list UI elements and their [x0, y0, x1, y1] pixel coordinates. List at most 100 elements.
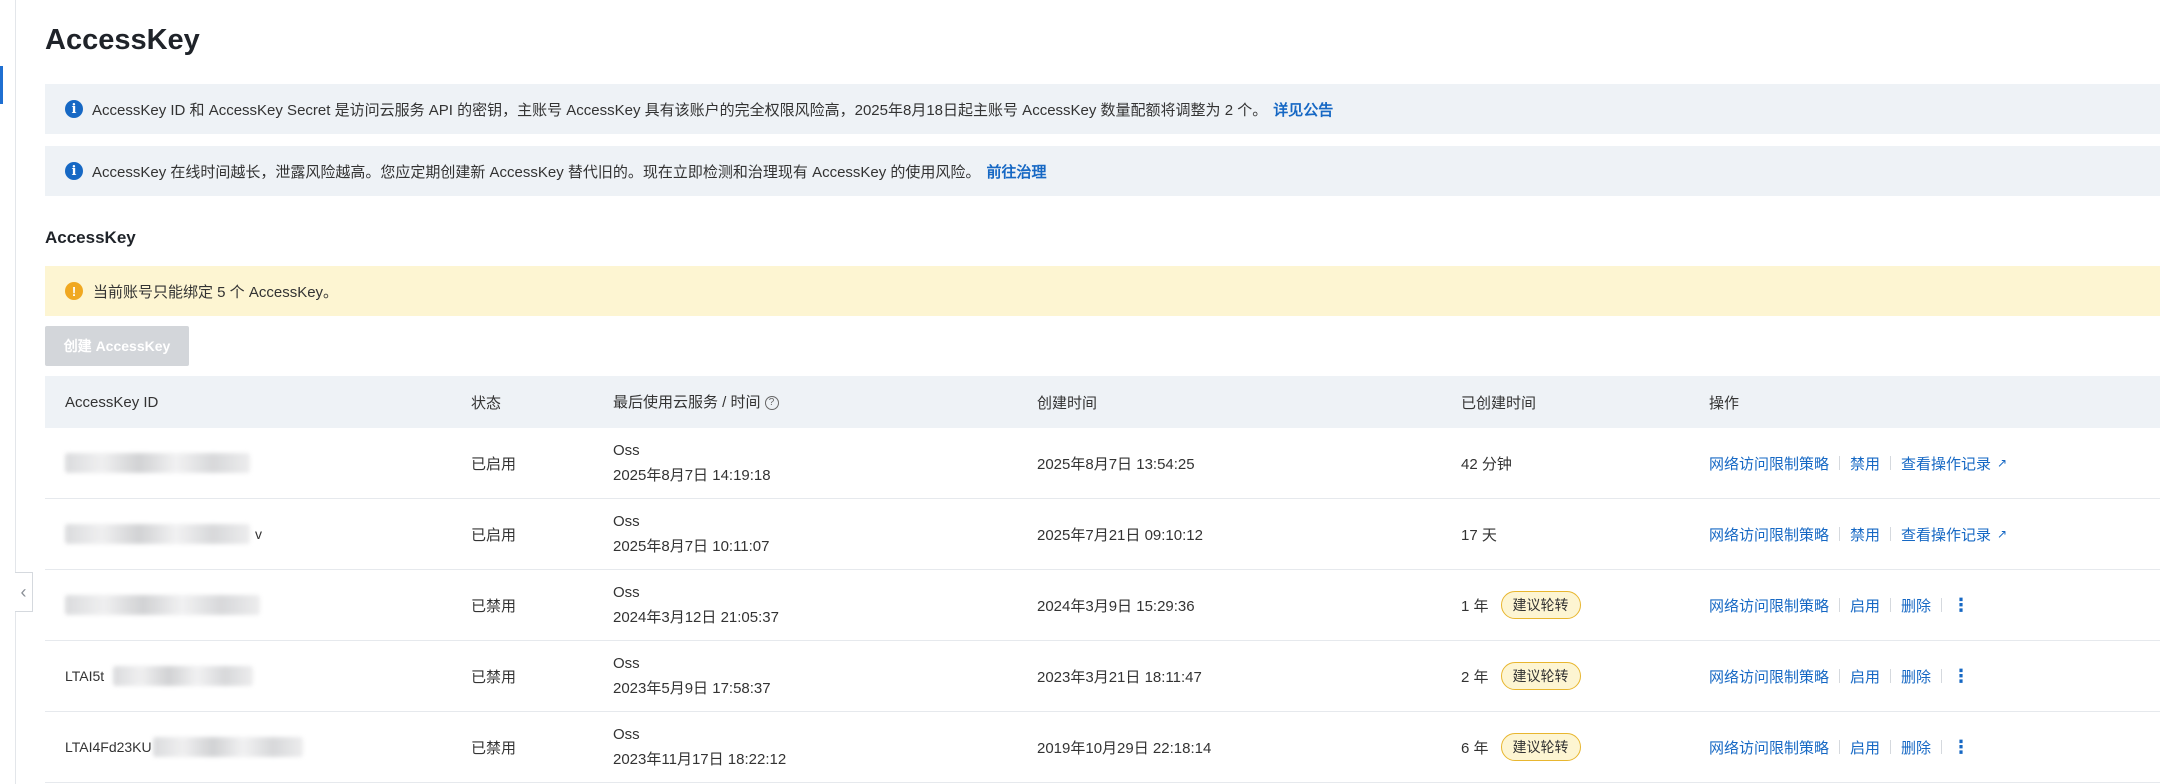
- banner-text: AccessKey ID 和 AccessKey Secret 是访问云服务 A…: [92, 101, 1268, 119]
- network-policy-link[interactable]: 网络访问限制策略: [1709, 595, 1829, 616]
- age-text: 1 年: [1461, 597, 1489, 615]
- disable-link[interactable]: 禁用: [1850, 453, 1880, 474]
- last-used-time: 2023年5月9日 17:58:37: [613, 680, 771, 697]
- redacted-accesskey: [65, 524, 250, 544]
- table-row: LTAI5t 已禁用 Oss 2023年5月9日 17:58:37 2023年3…: [45, 641, 2160, 712]
- header-age: 已创建时间: [1461, 394, 1537, 412]
- announcement-link[interactable]: 详见公告: [1273, 99, 1333, 120]
- chevron-left-icon: ‹: [20, 581, 27, 602]
- last-used-cell: Oss 2023年11月17日 18:22:12: [613, 722, 1037, 772]
- warning-text: 当前账号只能绑定 5 个 AccessKey。: [93, 283, 339, 301]
- actions-cell: 网络访问限制策略 启用 删除 ⋮: [1709, 666, 2160, 687]
- last-used-time: 2023年11月17日 18:22:12: [613, 751, 787, 768]
- rotation-badge: 建议轮转: [1500, 662, 1581, 690]
- divider: [1890, 527, 1892, 541]
- main-content: AccessKey i AccessKey ID 和 AccessKey Sec…: [45, 0, 2160, 784]
- table-header: AccessKey ID 状态 最后使用云服务 / 时间? 创建时间 已创建时间…: [45, 376, 2160, 428]
- accesskey-id-prefix: LTAI5t: [65, 667, 105, 684]
- delete-link[interactable]: 删除: [1901, 666, 1931, 687]
- last-used-service: Oss: [613, 655, 640, 672]
- last-used-cell: Oss 2023年5月9日 17:58:37: [613, 651, 1037, 701]
- status-cell: 已启用: [471, 526, 517, 544]
- rotation-badge: 建议轮转: [1500, 733, 1581, 761]
- banner-text: AccessKey 在线时间越长，泄露风险越高。您应定期创建新 AccessKe…: [92, 163, 981, 181]
- table-row: 已启用 Oss 2025年8月7日 14:19:18 2025年8月7日 13:…: [45, 428, 2160, 499]
- accesskey-table: AccessKey ID 状态 最后使用云服务 / 时间? 创建时间 已创建时间…: [45, 376, 2160, 783]
- delete-link[interactable]: 删除: [1901, 595, 1931, 616]
- table-row: LTAI4Fd23KU 已禁用 Oss 2023年11月17日 18:22:12…: [45, 712, 2160, 783]
- last-used-cell: Oss 2025年8月7日 10:11:07: [613, 509, 1037, 559]
- divider: [1839, 669, 1841, 683]
- table-row: v 已启用 Oss 2025年8月7日 10:11:07 2025年7月21日 …: [45, 499, 2160, 570]
- age-cell: 2 年 建议轮转: [1461, 662, 1709, 690]
- header-created: 创建时间: [1037, 394, 1098, 412]
- actions-cell: 网络访问限制策略 启用 删除 ⋮: [1709, 595, 2160, 616]
- last-used-service: Oss: [613, 584, 640, 601]
- question-circle-icon[interactable]: ?: [764, 395, 779, 410]
- info-banner-rotation: i AccessKey 在线时间越长，泄露风险越高。您应定期创建新 Access…: [45, 146, 2160, 196]
- more-vertical-icon[interactable]: ⋮: [1952, 595, 1970, 616]
- redacted-accesskey: [153, 737, 303, 757]
- collapse-sidebar-button[interactable]: ‹: [15, 572, 33, 612]
- info-banner-quota: i AccessKey ID 和 AccessKey Secret 是访问云服务…: [45, 84, 2160, 134]
- network-policy-link[interactable]: 网络访问限制策略: [1709, 453, 1829, 474]
- divider: [1839, 740, 1841, 754]
- status-cell: 已启用: [471, 455, 517, 473]
- info-icon: i: [65, 100, 83, 118]
- age-cell: 1 年 建议轮转: [1461, 591, 1709, 619]
- header-status: 状态: [471, 394, 502, 412]
- govern-link[interactable]: 前往治理: [986, 161, 1046, 182]
- last-used-time: 2024年3月12日 21:05:37: [613, 609, 779, 626]
- last-used-service: Oss: [613, 513, 640, 530]
- more-vertical-icon[interactable]: ⋮: [1952, 666, 1970, 687]
- divider: [1890, 456, 1892, 470]
- external-link-icon: ↗: [1997, 456, 2008, 470]
- accesskey-id-suffix: v: [255, 526, 262, 542]
- delete-link[interactable]: 删除: [1901, 737, 1931, 758]
- accesskey-id-cell: LTAI4Fd23KU: [45, 737, 471, 757]
- divider: [1839, 598, 1841, 612]
- warning-bar: ! 当前账号只能绑定 5 个 AccessKey。: [45, 266, 2160, 316]
- age-text: 42 分钟: [1461, 455, 1512, 473]
- header-last-used-label: 最后使用云服务 / 时间: [613, 393, 761, 411]
- created-cell: 2019年10月29日 22:18:14: [1037, 739, 1212, 757]
- actions-cell: 网络访问限制策略 启用 删除 ⋮: [1709, 737, 2160, 758]
- page-title: AccessKey: [45, 24, 200, 56]
- age-cell: 42 分钟: [1461, 453, 1709, 474]
- actions-cell: 网络访问限制策略 禁用 查看操作记录 ↗: [1709, 453, 2160, 474]
- header-actions: 操作: [1709, 394, 1740, 412]
- last-used-time: 2025年8月7日 10:11:07: [613, 538, 770, 555]
- enable-link[interactable]: 启用: [1850, 595, 1880, 616]
- network-policy-link[interactable]: 网络访问限制策略: [1709, 524, 1829, 545]
- last-used-service: Oss: [613, 726, 640, 743]
- active-nav-marker: [0, 66, 3, 104]
- network-policy-link[interactable]: 网络访问限制策略: [1709, 666, 1829, 687]
- header-accesskey-id: AccessKey ID: [65, 393, 159, 411]
- network-policy-link[interactable]: 网络访问限制策略: [1709, 737, 1829, 758]
- warning-icon: !: [65, 282, 83, 300]
- divider: [1890, 598, 1892, 612]
- divider: [1839, 456, 1841, 470]
- header-last-used: 最后使用云服务 / 时间?: [613, 390, 1037, 415]
- create-accesskey-button[interactable]: 创建 AccessKey: [45, 326, 189, 366]
- created-cell: 2025年8月7日 13:54:25: [1037, 455, 1195, 473]
- table-row: 已禁用 Oss 2024年3月12日 21:05:37 2024年3月9日 15…: [45, 570, 2160, 641]
- enable-link[interactable]: 启用: [1850, 737, 1880, 758]
- more-vertical-icon[interactable]: ⋮: [1952, 737, 1970, 758]
- view-logs-link[interactable]: 查看操作记录: [1901, 524, 1991, 545]
- redacted-accesskey: [65, 595, 260, 615]
- divider: [1890, 669, 1892, 683]
- enable-link[interactable]: 启用: [1850, 666, 1880, 687]
- created-cell: 2025年7月21日 09:10:12: [1037, 526, 1203, 544]
- age-text: 6 年: [1461, 739, 1489, 757]
- redacted-accesskey: [65, 453, 250, 473]
- divider: [1839, 527, 1841, 541]
- age-text: 2 年: [1461, 668, 1489, 686]
- view-logs-link[interactable]: 查看操作记录: [1901, 453, 1991, 474]
- rotation-badge: 建议轮转: [1500, 591, 1581, 619]
- disable-link[interactable]: 禁用: [1850, 524, 1880, 545]
- external-link-icon: ↗: [1997, 527, 2008, 541]
- status-cell: 已禁用: [471, 668, 517, 686]
- accesskey-id-cell: LTAI5t: [45, 666, 471, 686]
- section-title: AccessKey: [45, 228, 136, 247]
